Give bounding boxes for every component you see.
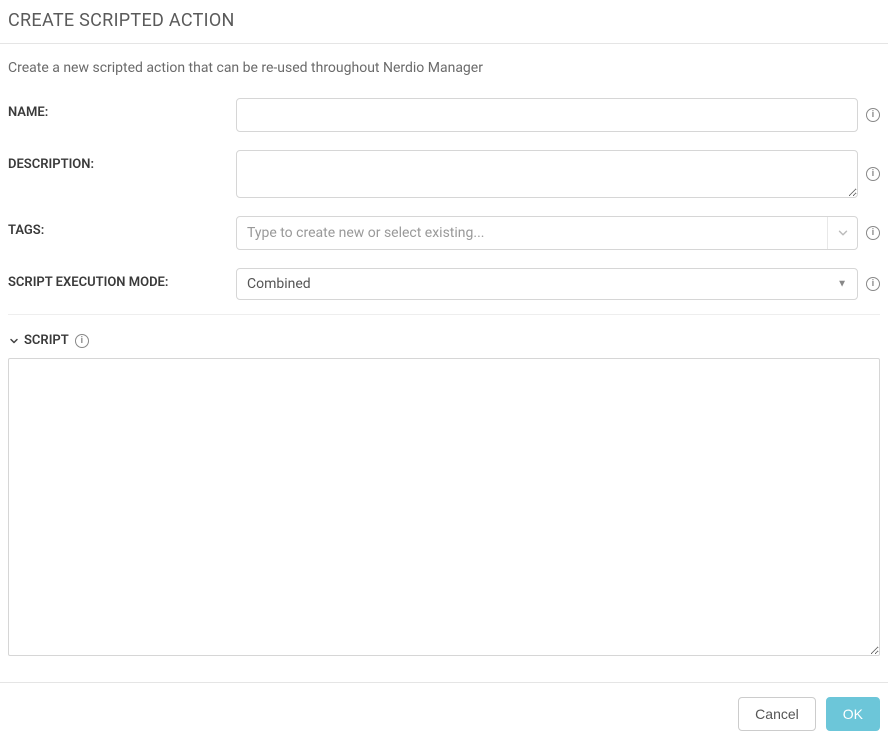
dialog-content: Create a new scripted action that can be… xyxy=(0,44,888,660)
ok-button[interactable]: OK xyxy=(826,697,880,731)
dialog-footer: Cancel OK xyxy=(0,682,888,745)
script-section-label: SCRIPT xyxy=(24,333,69,348)
dialog-header: CREATE SCRIPTED ACTION xyxy=(0,0,888,44)
row-description: DESCRIPTION: i xyxy=(8,150,880,198)
dialog-subtitle: Create a new scripted action that can be… xyxy=(8,60,880,76)
exec-mode-value: Combined xyxy=(247,276,311,292)
row-tags: TAGS: Type to create new or select exist… xyxy=(8,216,880,250)
exec-mode-select[interactable]: Combined ▼ xyxy=(236,268,858,300)
exec-mode-control-wrap: Combined ▼ i xyxy=(236,268,880,300)
info-icon[interactable]: i xyxy=(866,277,880,291)
info-icon[interactable]: i xyxy=(75,334,89,348)
info-icon[interactable]: i xyxy=(866,226,880,240)
exec-mode-label: SCRIPT EXECUTION MODE: xyxy=(8,268,236,290)
script-section-toggle[interactable]: SCRIPT i xyxy=(8,333,880,348)
info-icon[interactable]: i xyxy=(866,108,880,122)
name-control-wrap: i xyxy=(236,98,880,132)
dialog-title: CREATE SCRIPTED ACTION xyxy=(8,10,880,31)
script-input[interactable] xyxy=(8,358,880,656)
caret-down-icon: ▼ xyxy=(837,279,847,290)
tags-select[interactable]: Type to create new or select existing... xyxy=(236,216,858,250)
description-label: DESCRIPTION: xyxy=(8,150,236,172)
chevron-down-icon xyxy=(8,335,20,347)
info-icon[interactable]: i xyxy=(866,167,880,181)
tags-label: TAGS: xyxy=(8,216,236,238)
divider xyxy=(8,314,880,315)
row-name: NAME: i xyxy=(8,98,880,132)
name-input[interactable] xyxy=(236,98,858,132)
chevron-down-icon[interactable] xyxy=(827,217,857,249)
tags-control-wrap: Type to create new or select existing...… xyxy=(236,216,880,250)
row-exec-mode: SCRIPT EXECUTION MODE: Combined ▼ i xyxy=(8,268,880,300)
description-input[interactable] xyxy=(236,150,858,198)
description-control-wrap: i xyxy=(236,150,880,198)
cancel-button[interactable]: Cancel xyxy=(738,697,816,731)
tags-placeholder: Type to create new or select existing... xyxy=(247,225,827,241)
name-label: NAME: xyxy=(8,98,236,120)
